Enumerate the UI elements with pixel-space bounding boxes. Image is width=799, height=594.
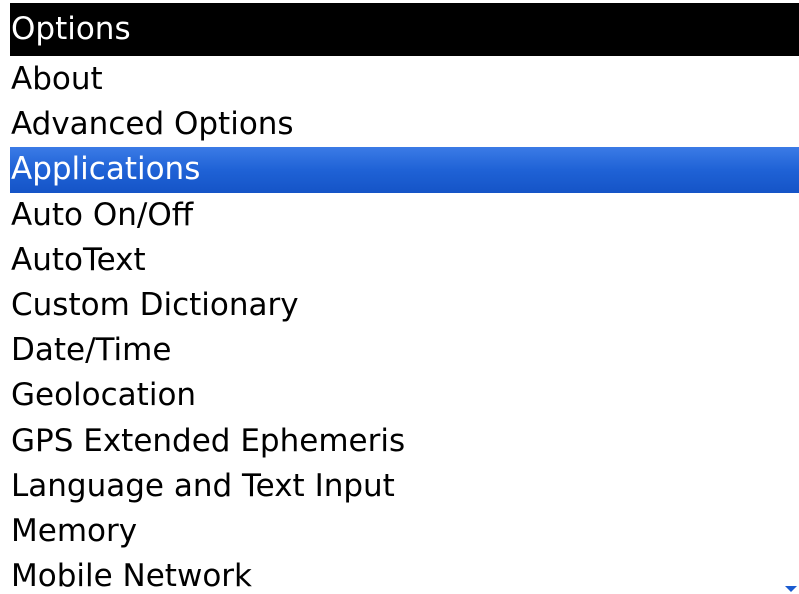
list-item-memory[interactable]: Memory (0, 509, 799, 554)
list-item-autotext[interactable]: AutoText (0, 238, 799, 283)
list-item-applications[interactable]: Applications (10, 147, 799, 193)
list-item-mobile-network[interactable]: Mobile Network (0, 554, 799, 594)
page-title: Options (10, 3, 799, 56)
list-item-custom-dictionary[interactable]: Custom Dictionary (0, 283, 799, 328)
options-screen: Options About Advanced Options Applicati… (0, 0, 799, 594)
options-list: About Advanced Options Applications Auto… (0, 57, 799, 594)
list-item-language-and-text-input[interactable]: Language and Text Input (0, 464, 799, 509)
list-item-auto-on-off[interactable]: Auto On/Off (0, 193, 799, 238)
list-item-about[interactable]: About (0, 57, 799, 102)
list-item-geolocation[interactable]: Geolocation (0, 373, 799, 418)
list-item-advanced-options[interactable]: Advanced Options (0, 102, 799, 147)
scroll-down-arrow-icon (785, 586, 797, 592)
list-item-gps-extended-ephemeris[interactable]: GPS Extended Ephemeris (0, 419, 799, 464)
list-item-date-time[interactable]: Date/Time (0, 328, 799, 373)
